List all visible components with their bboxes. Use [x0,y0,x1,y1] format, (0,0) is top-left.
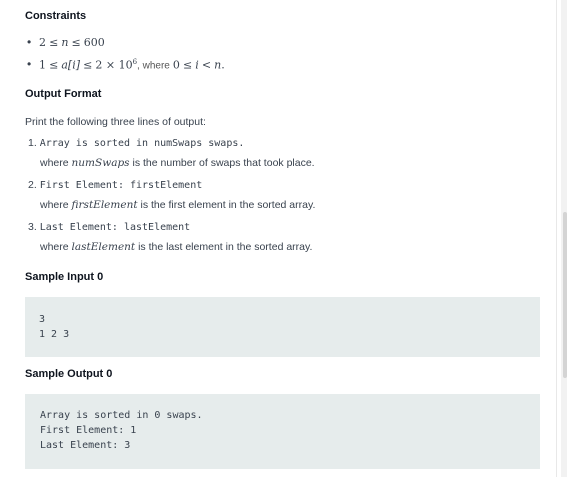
output-item-description: where numSwaps is the number of swaps th… [40,157,315,169]
sample-output-codeblock: Array is sorted in 0 swaps. First Elemen… [25,394,540,469]
output-item: 2. First Element: firstElement [28,179,203,191]
output-format-intro: Print the following three lines of outpu… [25,116,206,128]
output-format-heading: Output Format [25,88,102,100]
code-line: Array is sorted in 0 swaps. [40,410,203,421]
bullet-icon: • [27,35,32,49]
code-line: 1 2 3 [39,329,70,340]
sample-input-heading: Sample Input 0 [25,271,104,283]
output-item-description: where lastElement is the last element in… [40,241,313,253]
code-line: Last Element: 3 [40,440,131,451]
panel-divider [556,0,557,477]
sample-output-heading: Sample Output 0 [25,368,113,380]
sample-input-codeblock: 3 1 2 3 [25,297,540,357]
output-item: 1. Array is sorted in numSwaps swaps. [28,137,245,149]
code-line: First Element: 1 [40,425,137,436]
output-item-description: where firstElement is the first element … [40,199,316,211]
code-line: 3 [39,314,46,325]
constraints-heading: Constraints [25,10,87,22]
bullet-icon: • [27,57,32,71]
output-item: 3. Last Element: lastElement [28,221,191,233]
scrollbar-thumb[interactable] [563,212,567,378]
